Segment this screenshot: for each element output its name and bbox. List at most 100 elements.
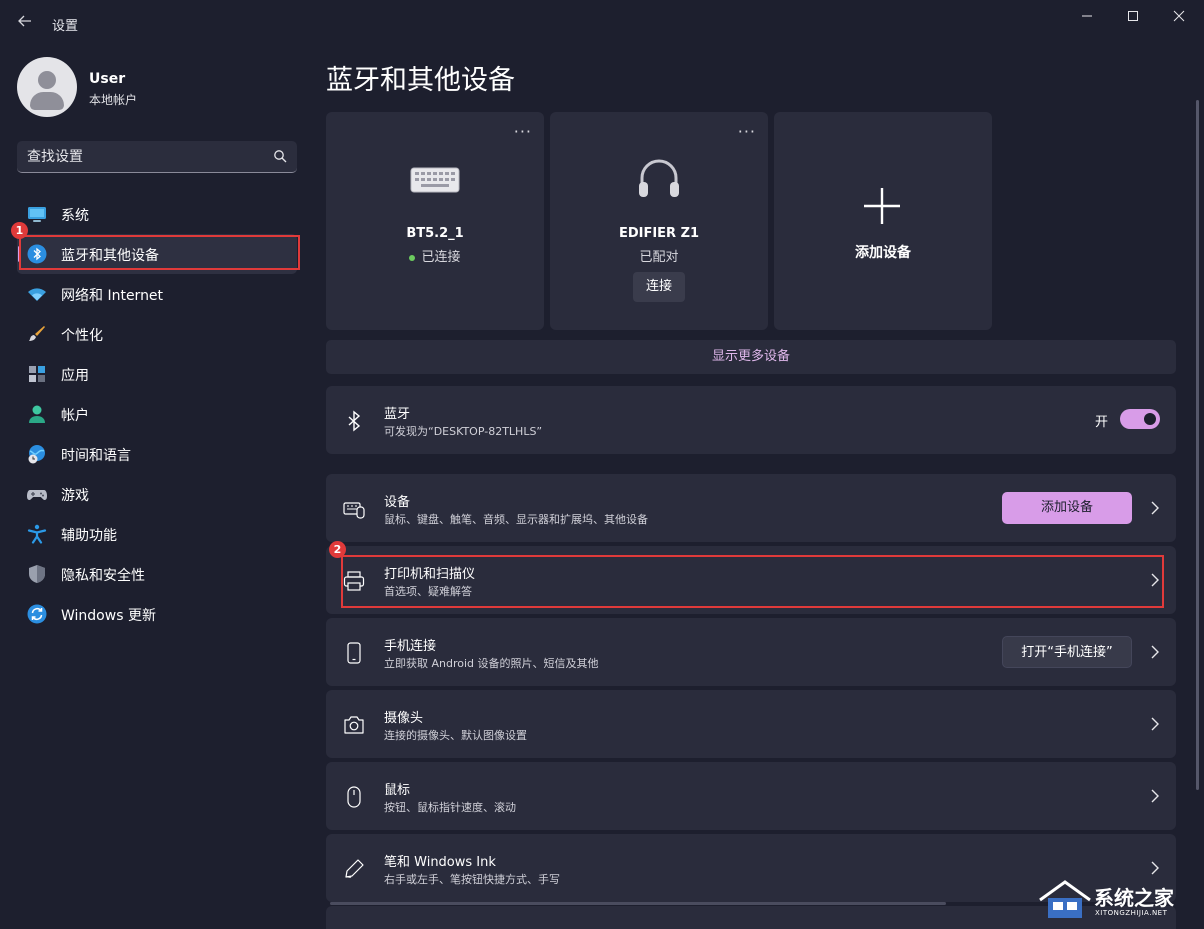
- more-options-button[interactable]: ···: [514, 122, 532, 141]
- row-title: 手机连接: [384, 639, 437, 654]
- show-more-devices-button[interactable]: 显示更多设备: [326, 340, 1176, 374]
- maximize-icon: [1128, 11, 1138, 21]
- bluetooth-toggle[interactable]: [1120, 409, 1160, 429]
- house-logo-icon: [1039, 880, 1091, 918]
- row-phone-link[interactable]: 手机连接 立即获取 Android 设备的照片、短信及其他 打开“手机连接”: [326, 618, 1176, 686]
- row-devices[interactable]: 设备 鼠标、键盘、触笔、音频、显示器和扩展坞、其他设备 添加设备: [326, 474, 1176, 542]
- row-subtitle: 右手或左手、笔按钮快捷方式、手写: [384, 873, 560, 886]
- connected-dot: [409, 254, 416, 261]
- title-bar: 设置: [0, 0, 1204, 46]
- chevron-right-icon: [1151, 861, 1159, 875]
- row-title: 蓝牙: [384, 407, 411, 422]
- search-input[interactable]: [27, 147, 257, 167]
- more-options-button[interactable]: ···: [738, 122, 756, 141]
- sidebar-item-personalization[interactable]: 个性化: [17, 314, 297, 354]
- sidebar-item-network[interactable]: 网络和 Internet: [17, 274, 297, 314]
- sidebar-item-label: 时间和语言: [61, 448, 131, 464]
- minimize-icon: [1082, 15, 1092, 17]
- annotation-marker-1: 1: [11, 222, 28, 239]
- sidebar-item-accounts[interactable]: 帐户: [17, 394, 297, 434]
- bluetooth-icon: [348, 410, 361, 432]
- chevron-right-icon: [1151, 717, 1159, 731]
- sidebar-item-label: 辅助功能: [61, 528, 117, 544]
- sidebar-item-system[interactable]: 系统: [17, 194, 297, 234]
- row-title: 鼠标: [384, 783, 411, 798]
- annotation-marker-2: 2: [329, 541, 346, 558]
- device-status: 已配对: [639, 250, 679, 265]
- mouse-icon: [347, 786, 361, 808]
- minimize-button[interactable]: [1064, 4, 1110, 34]
- sidebar-item-label: 个性化: [61, 328, 103, 344]
- maximize-button[interactable]: [1110, 4, 1156, 34]
- chevron-right-icon: [1151, 645, 1159, 659]
- row-subtitle: 按钮、鼠标指针速度、滚动: [384, 801, 516, 814]
- user-name: User: [89, 71, 126, 87]
- shield-icon: [29, 565, 45, 583]
- account-type: 本地帐户: [89, 93, 138, 107]
- sidebar-item-accessibility[interactable]: 辅助功能: [17, 514, 297, 554]
- user-profile[interactable]: User 本地帐户: [17, 57, 297, 119]
- devices-icon: [343, 502, 365, 519]
- pen-icon: [345, 859, 364, 878]
- monitor-icon: [28, 207, 46, 222]
- row-title: 笔和 Windows Ink: [384, 855, 496, 870]
- gamepad-icon: [27, 490, 47, 500]
- sidebar-item-apps[interactable]: 应用: [17, 354, 297, 394]
- annotation-box-1: [19, 235, 300, 270]
- row-subtitle: 可发现为“DESKTOP-82TLHLS”: [384, 425, 543, 438]
- wifi-icon: [28, 288, 46, 301]
- sidebar-item-label: 网络和 Internet: [61, 288, 164, 304]
- toggle-label: 开: [1094, 415, 1108, 430]
- close-button[interactable]: [1156, 4, 1202, 34]
- row-camera[interactable]: 摄像头 连接的摄像头、默认图像设置: [326, 690, 1176, 758]
- horizontal-scrollbar[interactable]: [330, 902, 946, 905]
- sidebar-item-label: Windows 更新: [61, 608, 156, 624]
- bluetooth-row: 蓝牙 可发现为“DESKTOP-82TLHLS” 开: [326, 386, 1176, 454]
- brush-icon: [29, 326, 45, 341]
- watermark-text: 系统之家: [1094, 886, 1174, 910]
- sidebar-item-gaming[interactable]: 游戏: [17, 474, 297, 514]
- sidebar-item-label: 隐私和安全性: [61, 568, 145, 584]
- device-card-keyboard[interactable]: ··· BT5.2_1 已连接: [326, 112, 544, 330]
- sidebar-item-privacy[interactable]: 隐私和安全性: [17, 554, 297, 594]
- sidebar-item-time-language[interactable]: 时间和语言: [17, 434, 297, 474]
- headset-icon: [639, 159, 679, 197]
- sidebar-item-windows-update[interactable]: Windows 更新: [17, 594, 297, 634]
- row-mouse[interactable]: 鼠标 按钮、鼠标指针速度、滚动: [326, 762, 1176, 830]
- sidebar-item-label: 游戏: [61, 488, 89, 504]
- row-subtitle: 鼠标、键盘、触笔、音频、显示器和扩展坞、其他设备: [384, 513, 648, 526]
- sidebar-item-label: 帐户: [61, 408, 89, 424]
- camera-icon: [344, 716, 364, 734]
- row-title: 设备: [384, 495, 411, 510]
- row-title: 摄像头: [384, 711, 424, 726]
- phone-icon: [347, 642, 361, 664]
- open-phone-link-button[interactable]: 打开“手机连接”: [1002, 636, 1132, 668]
- watermark-url: XITONGZHIJIA.NET: [1095, 909, 1168, 917]
- device-name: BT5.2_1: [406, 226, 464, 241]
- row-subtitle: 立即获取 Android 设备的照片、短信及其他: [384, 657, 599, 670]
- search-icon[interactable]: [273, 149, 287, 163]
- add-device-card[interactable]: 添加设备: [774, 112, 992, 330]
- search-box[interactable]: [17, 141, 297, 173]
- watermark-logo: 系统之家 XITONGZHIJIA.NET: [1038, 878, 1198, 924]
- sidebar-item-label: 应用: [61, 368, 89, 384]
- arrow-left-icon: [18, 15, 31, 27]
- close-icon: [1173, 10, 1185, 22]
- chevron-right-icon: [1151, 501, 1159, 515]
- back-button[interactable]: [14, 12, 36, 34]
- apps-icon: [29, 366, 45, 382]
- device-status: 已连接: [326, 246, 544, 265]
- update-icon: [27, 604, 47, 624]
- keyboard-icon: [410, 167, 460, 193]
- row-subtitle: 连接的摄像头、默认图像设置: [384, 729, 527, 742]
- accessibility-icon: [27, 524, 47, 544]
- person-icon: [29, 405, 45, 423]
- annotation-box-2: [341, 555, 1164, 608]
- plus-icon: [864, 188, 900, 224]
- connect-button[interactable]: 连接: [633, 272, 685, 302]
- sidebar-item-label: 系统: [61, 208, 89, 224]
- add-device-button[interactable]: 添加设备: [1002, 492, 1132, 524]
- add-device-label: 添加设备: [855, 245, 911, 261]
- device-card-headset[interactable]: ··· EDIFIER Z1 已配对 连接: [550, 112, 768, 330]
- vertical-scrollbar[interactable]: [1196, 100, 1199, 790]
